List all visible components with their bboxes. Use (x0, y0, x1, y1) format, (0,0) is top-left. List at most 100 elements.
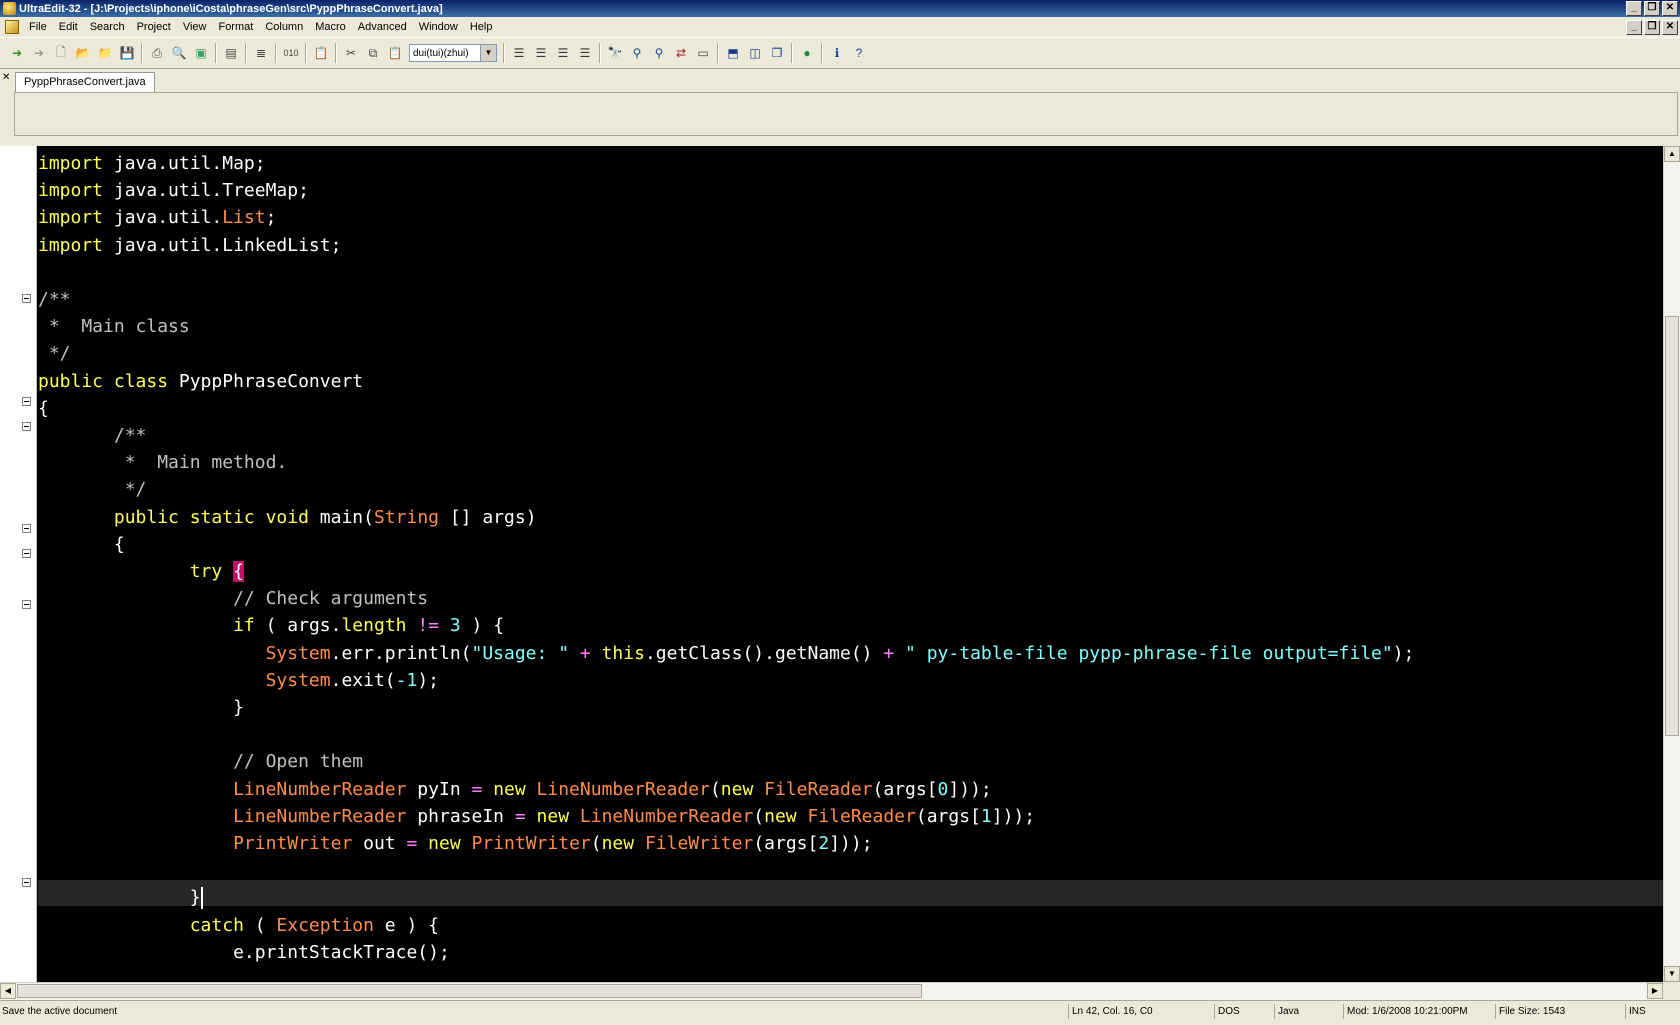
horizontal-scroll-thumb[interactable] (17, 984, 922, 998)
find-icon[interactable]: 🔭 (605, 43, 625, 63)
close-button[interactable]: ✕ (1662, 1, 1678, 16)
doc-minimize-button[interactable]: _ (1626, 20, 1642, 35)
code-area[interactable]: import java.util.Map; import java.util.Tr… (38, 146, 1663, 982)
paste-icon[interactable]: 📋 (385, 43, 405, 63)
align-right-icon[interactable]: ☰ (553, 43, 573, 63)
code-line[interactable]: } (38, 884, 203, 911)
print-icon[interactable]: ⎙ (147, 43, 167, 63)
save-icon[interactable]: 💾 (117, 43, 137, 63)
menu-search[interactable]: Search (84, 21, 131, 33)
fold-toggle-icon[interactable] (22, 294, 31, 303)
code-line[interactable]: * Main class (38, 313, 190, 340)
replace-icon[interactable]: ⇄ (671, 43, 691, 63)
code-line[interactable]: /** (38, 286, 71, 313)
code-line[interactable]: catch ( Exception e ) { (38, 912, 439, 939)
scroll-left-icon[interactable]: ◀ (0, 983, 16, 999)
open-icon[interactable]: 📁 (95, 43, 115, 63)
find-in-files-icon[interactable]: ▭ (693, 43, 713, 63)
code-line[interactable]: import java.util.LinkedList; (38, 232, 341, 259)
cut-icon[interactable]: ✂ (341, 43, 361, 63)
scroll-up-icon[interactable]: ▲ (1664, 146, 1680, 162)
code-line[interactable]: { (38, 395, 49, 422)
output-panel (14, 92, 1678, 136)
code-line[interactable]: if ( args.length != 3 ) { (38, 612, 504, 639)
code-line[interactable]: try { (38, 558, 244, 585)
fold-toggle-icon[interactable] (22, 878, 31, 887)
hex-mode-icon[interactable]: 010 (281, 43, 301, 63)
menu-help[interactable]: Help (464, 21, 499, 33)
fold-toggle-icon[interactable] (22, 422, 31, 431)
split-vertical-icon[interactable]: ◫ (745, 43, 765, 63)
window-title: UltraEdit-32 - [J:\Projects\iphone\iCost… (19, 2, 443, 15)
code-line[interactable]: * Main method. (38, 449, 288, 476)
split-horizontal-icon[interactable]: ⬒ (723, 43, 743, 63)
code-line[interactable]: LineNumberReader phraseIn = new LineNumb… (38, 803, 1035, 830)
menu-file[interactable]: File (23, 21, 53, 33)
code-line[interactable]: // Check arguments (38, 585, 428, 612)
clipboard-icon[interactable]: 📋 (311, 43, 331, 63)
menu-macro[interactable]: Macro (309, 21, 352, 33)
help-icon[interactable]: ? (849, 43, 869, 63)
properties-icon[interactable]: ▤ (221, 43, 241, 63)
font-select[interactable]: dui(tui)(zhui) ▼ (409, 44, 497, 62)
scroll-right-icon[interactable]: ▶ (1647, 983, 1663, 999)
panel-grip[interactable] (0, 92, 15, 136)
code-line[interactable]: } (38, 694, 244, 721)
vertical-scrollbar[interactable]: ▲ ▼ (1663, 146, 1680, 982)
code-line[interactable]: // Open them (38, 748, 363, 775)
tab-file[interactable]: PyppPhraseConvert.java (15, 72, 155, 92)
code-line[interactable]: System.exit(-1); (38, 667, 439, 694)
horizontal-scrollbar[interactable]: ◀ ▶ (0, 982, 1663, 1000)
align-left-icon[interactable]: ☰ (509, 43, 529, 63)
back-icon[interactable]: ➜ (7, 43, 27, 63)
code-line[interactable]: */ (38, 340, 71, 367)
fold-toggle-icon[interactable] (22, 397, 31, 406)
code-line[interactable]: import java.util.TreeMap; (38, 177, 309, 204)
doc-restore-button[interactable]: ❐ (1644, 20, 1660, 35)
menu-column[interactable]: Column (259, 21, 309, 33)
menu-window[interactable]: Window (413, 21, 464, 33)
info-icon[interactable]: ℹ (827, 43, 847, 63)
menu-advanced[interactable]: Advanced (352, 21, 413, 33)
code-line[interactable]: { (38, 531, 125, 558)
code-line[interactable]: PrintWriter out = new PrintWriter(new Fi… (38, 830, 872, 857)
new-file-icon[interactable]: 🗋 (51, 43, 71, 63)
chevron-down-icon[interactable]: ▼ (480, 45, 496, 61)
fold-toggle-icon[interactable] (22, 524, 31, 533)
menu-edit[interactable]: Edit (53, 21, 84, 33)
code-line[interactable]: import java.util.Map; (38, 150, 266, 177)
menu-project[interactable]: Project (131, 21, 177, 33)
align-center-icon[interactable]: ☰ (531, 43, 551, 63)
open-folder-icon[interactable]: 📂 (73, 43, 93, 63)
vertical-scroll-thumb[interactable] (1665, 316, 1679, 736)
code-line[interactable]: /** (38, 422, 147, 449)
web-browser-icon[interactable]: ● (797, 43, 817, 63)
copy-icon[interactable]: ⧉ (363, 43, 383, 63)
code-line[interactable]: LineNumberReader pyIn = new LineNumberRe… (38, 776, 992, 803)
code-line[interactable]: e.printStackTrace(); (38, 939, 450, 966)
code-editor[interactable]: import java.util.Map; import java.util.Tr… (0, 146, 1663, 982)
find-next-icon[interactable]: ⚲ (627, 43, 647, 63)
export-icon[interactable]: ▣ (191, 43, 211, 63)
word-wrap-icon[interactable]: ≣ (251, 43, 271, 63)
menu-format[interactable]: Format (212, 21, 259, 33)
code-line[interactable]: System.err.println("Usage: " + this.getC… (38, 640, 1415, 667)
scroll-down-icon[interactable]: ▼ (1664, 966, 1680, 982)
fold-toggle-icon[interactable] (22, 549, 31, 558)
code-line[interactable]: import java.util.List; (38, 204, 276, 231)
find-prev-icon[interactable]: ⚲ (649, 43, 669, 63)
code-line[interactable]: public static void main(String [] args) (38, 504, 537, 531)
code-line[interactable]: public class PyppPhraseConvert (38, 368, 363, 395)
doc-close-button[interactable]: ✕ (1662, 20, 1678, 35)
fold-toggle-icon[interactable] (22, 600, 31, 609)
close-tab-icon[interactable]: ✕ (2, 72, 12, 84)
forward-icon[interactable]: ➜ (29, 43, 49, 63)
minimize-button[interactable]: _ (1626, 1, 1642, 16)
code-line[interactable]: */ (38, 476, 147, 503)
menu-view[interactable]: View (177, 21, 213, 33)
document-icon[interactable] (5, 20, 19, 34)
restore-button[interactable]: ❐ (1644, 1, 1660, 16)
cascade-icon[interactable]: ❐ (767, 43, 787, 63)
print-preview-icon[interactable]: 🔍 (169, 43, 189, 63)
justify-icon[interactable]: ☰ (575, 43, 595, 63)
